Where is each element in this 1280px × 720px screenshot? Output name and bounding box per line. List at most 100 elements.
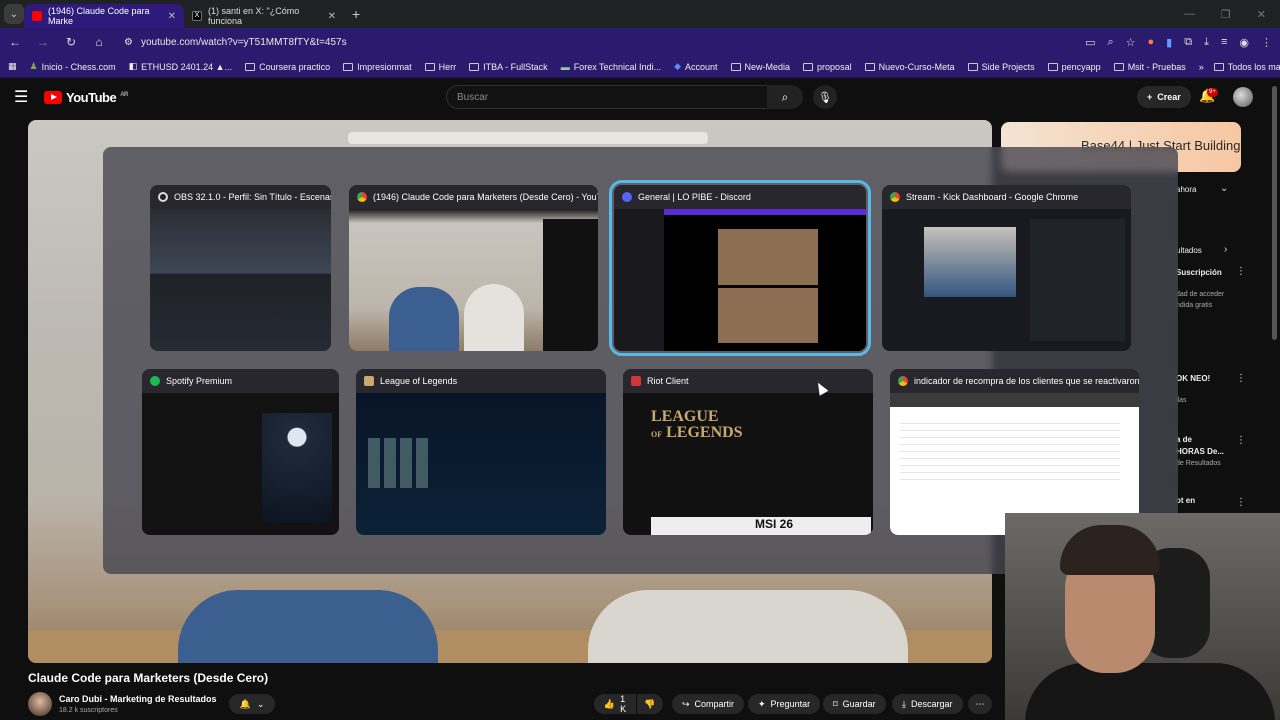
search-button[interactable]: ⌕ bbox=[767, 85, 803, 109]
menu-icon[interactable]: ☰ bbox=[14, 87, 30, 107]
x-favicon-icon: X bbox=[192, 11, 202, 21]
bookmark-label: Account bbox=[685, 61, 718, 72]
ask-button[interactable]: ✦ Preguntar bbox=[748, 694, 821, 714]
bookmark-nuevo-curso[interactable]: Nuevo-Curso-Meta bbox=[864, 62, 955, 72]
window-title: League of Legends bbox=[380, 376, 458, 386]
bookmark-ethusd[interactable]: ◧ ETHUSD 2401.24 ▲... bbox=[129, 61, 232, 72]
tab-x[interactable]: X (1) santi en X: "¿Cómo funciona ✕ bbox=[184, 4, 344, 28]
chevron-down-icon[interactable]: ⌄ bbox=[1220, 183, 1228, 194]
sidebar-item[interactable]: Suscripción bbox=[1176, 268, 1222, 277]
bookmark-impresionmat[interactable]: Impresionmat bbox=[343, 62, 412, 72]
video-frame-lamp bbox=[348, 132, 708, 144]
bookmark-chess[interactable]: ♟ Inicio - Chess.com bbox=[30, 61, 116, 72]
forward-icon[interactable]: → bbox=[36, 35, 50, 49]
voice-search-button[interactable]: 🎙 bbox=[813, 85, 837, 109]
create-button[interactable]: + Crear bbox=[1137, 86, 1191, 108]
zoom-icon[interactable]: ⌕ bbox=[1107, 36, 1113, 49]
switcher-window-riot[interactable]: Riot Client LEAGUE OF LEGENDS MSI 26 bbox=[623, 369, 873, 535]
bookmark-msit[interactable]: Msit - Pruebas bbox=[1113, 62, 1186, 72]
account-avatar[interactable] bbox=[1233, 87, 1253, 107]
search-input[interactable]: Buscar bbox=[446, 85, 768, 109]
window-title: OBS 32.1.0 - Perfil: Sin Título - Escena… bbox=[174, 192, 331, 202]
close-icon[interactable]: ✕ bbox=[168, 11, 176, 22]
switcher-window-spotify[interactable]: Spotify Premium bbox=[142, 369, 339, 535]
chrome-icon bbox=[898, 376, 908, 386]
bookmark-icon: ⌑ bbox=[833, 698, 838, 709]
minimize-icon[interactable]: — bbox=[1184, 8, 1195, 21]
chrome-icon bbox=[890, 192, 900, 202]
all-bookmarks-button[interactable]: Todos los marcadores bbox=[1213, 61, 1280, 72]
like-button[interactable]: 👍 1 K bbox=[594, 694, 636, 714]
download-icon[interactable]: ⤓ bbox=[1204, 36, 1209, 49]
bookmark-coursera[interactable]: Coursera practico bbox=[245, 62, 330, 72]
bookmark-new-media[interactable]: New-Media bbox=[730, 62, 790, 72]
switcher-window-discord[interactable]: General | LO PIBE - Discord bbox=[609, 180, 871, 356]
menu-dots-icon[interactable]: ⋮ bbox=[1261, 36, 1272, 49]
page-scrollbar[interactable] bbox=[1272, 86, 1277, 340]
extension-icons: ▭ ⌕ ☆ ● ▮ ⧉ ⤓ ≡ ◉ ⋮ bbox=[1085, 36, 1272, 49]
new-tab-icon[interactable]: + bbox=[352, 6, 360, 22]
bookmark-pencyapp[interactable]: pencyapp bbox=[1047, 62, 1101, 72]
chevron-right-icon[interactable]: › bbox=[1224, 244, 1227, 255]
youtube-header: ☰ YouTube AR Buscar ⌕ 🎙 + Crear 🔔 bbox=[0, 78, 1280, 116]
youtube-logo[interactable]: YouTube AR bbox=[44, 90, 128, 105]
sidebar-item[interactable]: a de bbox=[1176, 435, 1192, 444]
media-icon[interactable]: ≡ bbox=[1221, 36, 1227, 49]
share-button[interactable]: ↪ Compartir bbox=[672, 694, 745, 714]
star-icon[interactable]: ☆ bbox=[1126, 36, 1136, 49]
bookmark-label: Side Projects bbox=[981, 61, 1035, 72]
more-options-icon[interactable]: ⋮ bbox=[1236, 497, 1246, 508]
channel-name[interactable]: Caro Dubi - Marketing de Resultados bbox=[59, 694, 217, 704]
sidebar-item[interactable]: HORAS De... bbox=[1176, 447, 1224, 456]
sidebar-item[interactable]: ot en bbox=[1176, 496, 1195, 505]
channel-avatar[interactable] bbox=[28, 692, 52, 716]
url-field[interactable]: ⚙ youtube.com/watch?v=yT51MMT8fTY&t=457s bbox=[120, 31, 1071, 53]
switcher-window-obs[interactable]: OBS 32.1.0 - Perfil: Sin Título - Escena… bbox=[150, 185, 331, 351]
dislike-button[interactable]: 👎 bbox=[637, 694, 663, 714]
switcher-window-sheet[interactable]: indicador de recompra de los clientes qu… bbox=[890, 369, 1139, 535]
download-icon: ⤓ bbox=[902, 698, 906, 709]
cast-icon[interactable]: ▭ bbox=[1085, 36, 1095, 49]
extensions-puzzle-icon[interactable]: ⧉ bbox=[1184, 36, 1192, 49]
more-bookmarks-button[interactable]: » bbox=[1199, 62, 1204, 72]
tab-youtube[interactable]: (1946) Claude Code para Marke ✕ bbox=[24, 4, 184, 28]
bookmark-account[interactable]: ◆ Account bbox=[674, 61, 717, 72]
shield-icon: ◆ bbox=[674, 61, 681, 71]
bookmark-proposal[interactable]: proposal bbox=[803, 62, 852, 72]
more-options-icon[interactable]: ⋮ bbox=[1236, 266, 1246, 277]
video-title: Claude Code para Marketers (Desde Cero) bbox=[28, 671, 269, 685]
profile-avatar-icon[interactable]: ◉ bbox=[1239, 36, 1249, 49]
extension-fox-icon[interactable]: ● bbox=[1148, 36, 1155, 49]
extension-shield-icon[interactable]: ▮ bbox=[1166, 36, 1172, 49]
more-options-icon[interactable]: ⋮ bbox=[1236, 373, 1246, 384]
forex-icon: ▬ bbox=[560, 61, 570, 72]
bookmark-side-projects[interactable]: Side Projects bbox=[967, 61, 1035, 72]
more-options-icon[interactable]: ⋮ bbox=[1236, 435, 1246, 446]
window-title: Stream - Kick Dashboard - Google Chrome bbox=[906, 192, 1079, 202]
save-label: Guardar bbox=[842, 699, 876, 709]
save-button[interactable]: ⌑ Guardar bbox=[823, 694, 886, 714]
bookmark-itba[interactable]: ITBA - FullStack bbox=[469, 62, 548, 72]
sidebar-filter-chip[interactable]: ultados bbox=[1176, 246, 1202, 255]
download-button[interactable]: ⤓ Descargar bbox=[892, 694, 963, 714]
back-icon[interactable]: ← bbox=[8, 35, 22, 49]
close-window-icon[interactable]: ✕ bbox=[1257, 8, 1266, 21]
site-info-icon[interactable]: ⚙ bbox=[124, 37, 133, 48]
subscription-bell-button[interactable]: 🔔 ⌄ bbox=[229, 694, 275, 714]
bookmark-herr[interactable]: Herr bbox=[424, 62, 456, 72]
home-icon[interactable]: ⌂ bbox=[92, 35, 106, 49]
reload-icon[interactable]: ↻ bbox=[64, 35, 78, 49]
sidebar-item[interactable]: OK NEO! bbox=[1176, 374, 1210, 383]
apps-grid-icon[interactable]: ▦ bbox=[8, 61, 17, 72]
tab-search-button[interactable]: ⌄ bbox=[4, 4, 24, 24]
bookmark-label: Todos los marcadores bbox=[1227, 61, 1280, 72]
plus-icon: + bbox=[1147, 92, 1153, 102]
switcher-window-youtube[interactable]: (1946) Claude Code para Marketers (Desde… bbox=[349, 185, 598, 351]
maximize-icon[interactable]: ❐ bbox=[1221, 8, 1231, 21]
more-actions-button[interactable]: ⋯ bbox=[968, 694, 992, 714]
switcher-window-kick[interactable]: Stream - Kick Dashboard - Google Chrome bbox=[882, 185, 1131, 351]
switcher-window-league[interactable]: League of Legends bbox=[356, 369, 606, 535]
close-icon[interactable]: ✕ bbox=[328, 11, 336, 22]
ad-cta-button[interactable]: ahora bbox=[1176, 185, 1196, 194]
bookmark-forex[interactable]: ▬ Forex Technical Indi... bbox=[561, 62, 661, 72]
